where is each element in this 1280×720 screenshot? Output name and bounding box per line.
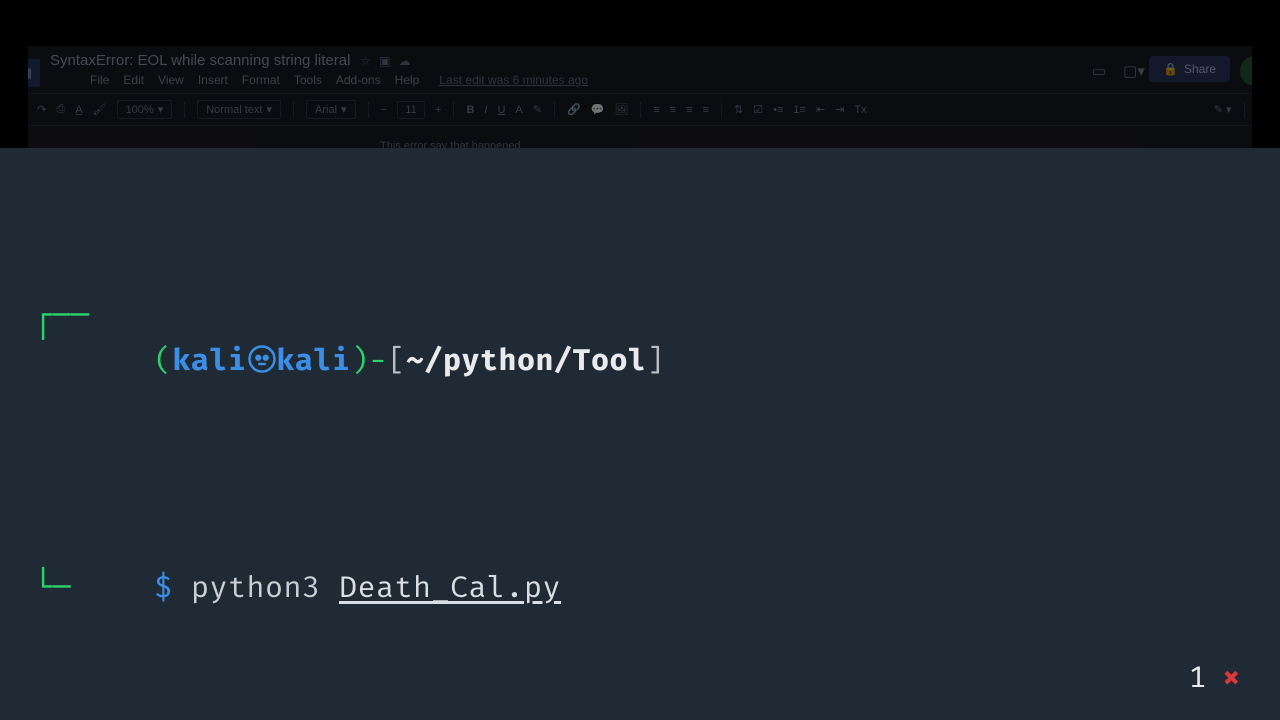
- star-icon[interactable]: ☆: [360, 54, 371, 68]
- skull-icon: [247, 342, 277, 387]
- lock-icon: 🔒: [1163, 62, 1178, 76]
- present-icon[interactable]: ▢▾: [1123, 60, 1145, 82]
- font-size[interactable]: 11: [397, 101, 425, 119]
- command-argument: Death_Cal.py: [339, 569, 561, 605]
- history-icon[interactable]: ▭: [1088, 60, 1110, 82]
- paint-format-icon[interactable]: 🖌: [93, 103, 107, 116]
- prompt-line: ┌──(kalikali)-[~/python/Tool]: [16, 293, 1264, 430]
- align-left-icon[interactable]: ≡: [653, 104, 659, 116]
- font-select[interactable]: Arial▾: [306, 100, 356, 119]
- prompt-user: kali: [173, 342, 247, 378]
- zoom-select[interactable]: 100%▾: [117, 100, 173, 119]
- prompt-symbol: $: [154, 569, 173, 605]
- command-line: └─$ python3 Death_Cal.py 1 ×: [16, 520, 1264, 700]
- exit-code: 1: [1189, 655, 1208, 700]
- font-size-increase[interactable]: +: [435, 104, 441, 116]
- editing-mode-icon[interactable]: ✎ ▾: [1214, 103, 1232, 116]
- image-icon[interactable]: 🖼: [614, 103, 628, 116]
- indent-increase-icon[interactable]: ⇥: [835, 103, 844, 116]
- clear-format-icon[interactable]: Tx: [854, 104, 866, 116]
- menu-format[interactable]: Format: [242, 73, 280, 87]
- last-edit-message[interactable]: Last edit was 6 minutes ago: [439, 73, 588, 87]
- highlight-icon[interactable]: ✎: [533, 103, 542, 116]
- align-justify-icon[interactable]: ≡: [703, 104, 709, 116]
- menu-addons[interactable]: Add-ons: [336, 73, 381, 87]
- share-button[interactable]: 🔒 Share: [1149, 56, 1230, 82]
- font-size-decrease[interactable]: −: [381, 104, 387, 116]
- prompt-cwd: ~/python/Tool: [406, 342, 647, 378]
- menu-view[interactable]: View: [158, 73, 184, 87]
- redo-icon[interactable]: ↷: [37, 103, 46, 116]
- doc-title[interactable]: SyntaxError: EOL while scanning string l…: [50, 52, 350, 69]
- menu-insert[interactable]: Insert: [198, 73, 228, 87]
- align-center-icon[interactable]: ≡: [670, 104, 676, 116]
- bulleted-list-icon[interactable]: •≡: [773, 104, 783, 116]
- underline-icon[interactable]: U: [497, 104, 505, 116]
- comment-icon[interactable]: 💬: [591, 103, 605, 116]
- italic-icon[interactable]: I: [484, 104, 487, 116]
- spellcheck-icon[interactable]: A̲: [75, 104, 82, 116]
- text-color-icon[interactable]: A: [515, 104, 522, 116]
- style-select[interactable]: Normal text▾: [197, 100, 281, 119]
- exit-status: 1 ×: [1189, 655, 1242, 700]
- bold-icon[interactable]: B: [466, 104, 474, 116]
- menu-help[interactable]: Help: [395, 73, 420, 87]
- link-icon[interactable]: 🔗: [567, 103, 581, 116]
- indent-decrease-icon[interactable]: ⇤: [816, 103, 825, 116]
- numbered-list-icon[interactable]: 1≡: [793, 104, 806, 116]
- menu-file[interactable]: File: [90, 73, 109, 87]
- terminal-window[interactable]: ┌──(kalikali)-[~/python/Tool] └─$ python…: [0, 148, 1280, 720]
- error-mark-icon: ×: [1221, 664, 1242, 691]
- menu-tools[interactable]: Tools: [294, 73, 322, 87]
- line-spacing-icon[interactable]: ⇅: [734, 103, 743, 116]
- align-right-icon[interactable]: ≡: [686, 104, 692, 116]
- menu-edit[interactable]: Edit: [123, 73, 144, 87]
- print-icon[interactable]: ⎙: [56, 103, 65, 116]
- share-label: Share: [1184, 62, 1216, 76]
- command-name: python3: [191, 569, 321, 605]
- prompt-host: kali: [277, 342, 351, 378]
- docs-toolbar: ↶ ↷ ⎙ A̲ 🖌 100%▾ Normal text▾ Arial▾ − 1…: [8, 93, 1272, 126]
- docs-menu-bar: File Edit View Insert Format Tools Add-o…: [50, 69, 588, 93]
- move-icon[interactable]: ▣: [379, 54, 390, 68]
- checklist-icon[interactable]: ☑: [753, 103, 763, 116]
- cloud-icon: ☁: [399, 54, 411, 68]
